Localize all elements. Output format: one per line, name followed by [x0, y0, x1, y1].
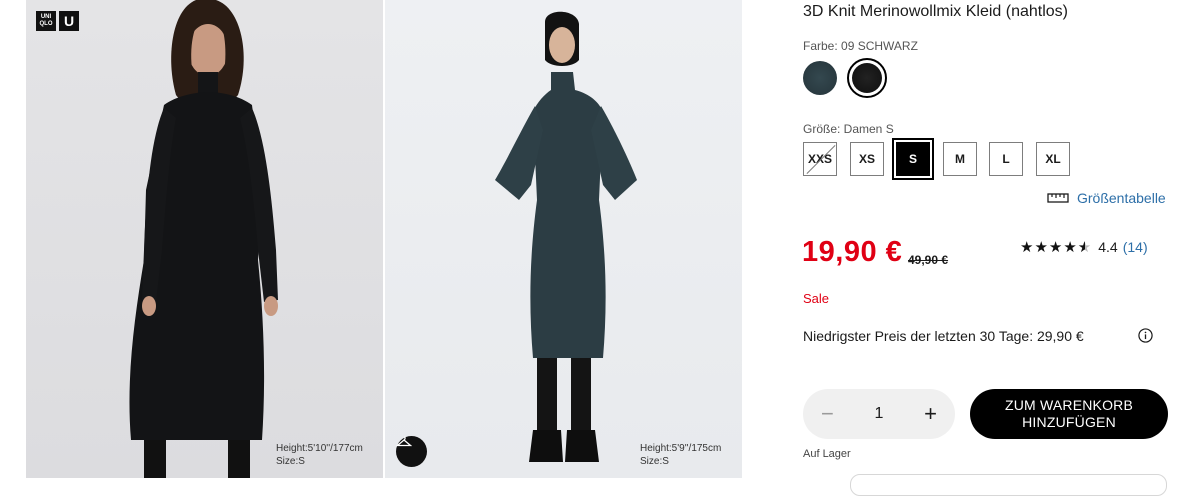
original-price: 49,90 € [908, 253, 949, 267]
model-illustration-1 [129, 0, 278, 478]
size-s-button[interactable]: S [892, 138, 934, 180]
stock-status: Auf Lager [803, 448, 851, 460]
size-label-l: L [1002, 152, 1010, 166]
size-chart-link[interactable]: Größentabelle [1047, 190, 1166, 206]
size-xs-button[interactable]: XS [850, 142, 884, 176]
swatch-black[interactable] [847, 58, 887, 98]
u-logo: U [59, 11, 79, 31]
product-photo-full[interactable]: Height:5'9''/175cm Size:S [385, 0, 742, 478]
ruler-icon [1047, 193, 1069, 203]
swatch-dark-teal[interactable] [803, 61, 837, 95]
decrease-quantity-button[interactable]: − [821, 401, 834, 427]
product-title: 3D Knit Merinowollmix Kleid (nahtlos) [803, 3, 1068, 20]
review-count-link[interactable]: (14) [1123, 239, 1148, 255]
increase-quantity-button[interactable]: + [924, 401, 937, 427]
hanger-icon [396, 436, 412, 447]
model-illustration-2 [495, 11, 637, 462]
model-info: Height:5'9''/175cm Size:S [640, 442, 721, 468]
size-label-xl: XL [1045, 152, 1061, 166]
uniqlo-logo: UNI QLO [36, 11, 56, 31]
current-price: 19,90 € [802, 236, 903, 268]
size-label: Größe: Damen S [803, 122, 894, 136]
info-icon[interactable] [1138, 328, 1153, 343]
add-to-cart-button[interactable]: ZUM WARENKORB HINZUFÜGEN [970, 389, 1168, 439]
store-availability-box[interactable] [850, 474, 1167, 496]
half-star-icon: ★ [1077, 239, 1093, 256]
size-label-m: M [955, 152, 965, 166]
brand-logo: UNI QLO U [36, 11, 79, 31]
size-xxs-button[interactable]: XXS [803, 142, 837, 176]
size-l-button[interactable]: L [989, 142, 1023, 176]
model-height: Height:5'10''/177cm [276, 443, 363, 454]
rating[interactable]: ★★★★★ 4.4 (14) [1020, 238, 1148, 256]
size-xl-button[interactable]: XL [1036, 142, 1070, 176]
size-chart-label: Größentabelle [1077, 190, 1166, 206]
quantity-value[interactable]: 1 [875, 405, 884, 423]
quantity-stepper[interactable]: − 1 + [803, 389, 955, 439]
rating-stars-icon: ★★★★★ [1020, 239, 1093, 256]
try-on-button[interactable] [396, 436, 427, 467]
lowest-price-note: Niedrigster Preis der letzten 30 Tage: 2… [803, 328, 1084, 344]
model-size: Size:S [276, 456, 305, 467]
size-m-button[interactable]: M [943, 142, 977, 176]
cart-button-line1: ZUM WARENKORB [1004, 397, 1134, 413]
model-info: Height:5'10''/177cm Size:S [276, 442, 363, 468]
size-label-xxs: XXS [807, 152, 832, 166]
model-size: Size:S [640, 456, 669, 467]
color-label: Farbe: 09 SCHWARZ [803, 39, 918, 53]
sale-badge: Sale [803, 291, 830, 306]
model-height: Height:5'9''/175cm [640, 443, 722, 454]
size-label-s: S [908, 152, 917, 166]
size-label-xs: XS [858, 152, 875, 166]
cart-button-line2: HINZUFÜGEN [1022, 414, 1116, 430]
rating-score: 4.4 [1098, 239, 1118, 255]
product-photo-front[interactable]: UNI QLO U Height:5'10''/177cm Size:S [26, 0, 383, 478]
